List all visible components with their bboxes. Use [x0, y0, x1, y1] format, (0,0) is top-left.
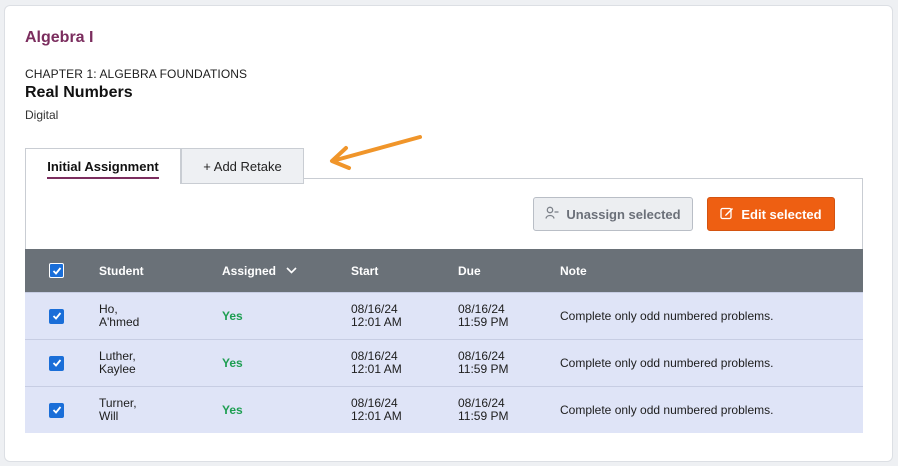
arrow-icon [330, 135, 422, 170]
row-check-cell [49, 293, 64, 339]
row-checkbox[interactable] [49, 355, 64, 371]
edit-selected-label: Edit selected [741, 206, 822, 222]
course-title: Algebra I [25, 29, 94, 46]
row-checkbox[interactable] [49, 402, 64, 418]
tab-retake-label: + Add Retake [203, 158, 282, 174]
row-checkbox[interactable] [49, 308, 64, 324]
header-due: Due [458, 263, 481, 278]
students-table: Student Assigned Start Due Note Ho, A'hme… [25, 249, 863, 433]
edit-icon [720, 206, 734, 223]
note-text: Complete only odd numbered problems. [560, 403, 774, 417]
table-row: Ho, A'hmed Yes 08/16/24 12:01 AM 08/16/24 1… [25, 292, 863, 339]
student-name: Turner, Will [99, 387, 137, 433]
row-check-cell [49, 340, 64, 386]
unassign-selected-button[interactable]: Unassign selected [533, 197, 693, 231]
row-check-cell [49, 387, 64, 433]
edit-selected-button[interactable]: Edit selected [707, 197, 835, 231]
tab-initial-label: Initial Assignment [47, 159, 159, 179]
start-datetime: 08/16/24 12:01 AM [351, 340, 402, 386]
student-name: Luther, Kaylee [99, 340, 136, 386]
due-datetime: 08/16/24 11:59 PM [458, 293, 508, 339]
header-student: Student [99, 263, 144, 278]
table-row: Luther, Kaylee Yes 08/16/24 12:01 AM 08/16… [25, 339, 863, 386]
person-minus-icon [545, 206, 559, 223]
assigned-status: Yes [222, 309, 243, 323]
select-all-cell [49, 249, 64, 292]
student-name: Ho, A'hmed [99, 293, 139, 339]
chevron-down-icon[interactable] [286, 267, 297, 274]
student-first-name: A'hmed [99, 315, 140, 329]
assigned-status: Yes [222, 403, 243, 417]
assigned-status: Yes [222, 356, 243, 370]
due-time: 11:59 PM [458, 315, 509, 329]
lesson-mode: Digital [25, 108, 59, 122]
unassign-selected-label: Unassign selected [566, 206, 681, 222]
note-text: Complete only odd numbered problems. [560, 356, 774, 370]
start-datetime: 08/16/24 12:01 AM [351, 387, 402, 433]
table-header: Student Assigned Start Due Note [25, 249, 863, 292]
due-time: 11:59 PM [458, 409, 509, 423]
student-first-name: Kaylee [99, 362, 136, 376]
student-first-name: Will [99, 409, 119, 423]
lesson-title: Real Numbers [25, 84, 133, 101]
due-time: 11:59 PM [458, 362, 509, 376]
start-time: 12:01 AM [351, 409, 402, 423]
table-row: Turner, Will Yes 08/16/24 12:01 AM 08/16/2… [25, 386, 863, 433]
header-assigned-label: Assigned [222, 263, 277, 278]
start-time: 12:01 AM [351, 362, 402, 376]
start-datetime: 08/16/24 12:01 AM [351, 293, 402, 339]
tab-initial-assignment[interactable]: Initial Assignment [25, 148, 181, 184]
start-time: 12:01 AM [351, 315, 402, 329]
header-start: Start [351, 263, 379, 278]
note-text: Complete only odd numbered problems. [560, 309, 774, 323]
chapter-label: CHAPTER 1: ALGEBRA FOUNDATIONS [25, 67, 248, 81]
tab-add-retake[interactable]: + Add Retake [181, 148, 304, 184]
due-datetime: 08/16/24 11:59 PM [458, 340, 508, 386]
header-note: Note [560, 263, 587, 278]
header-assigned[interactable]: Assigned [222, 249, 297, 292]
select-all-checkbox[interactable] [49, 263, 64, 278]
due-datetime: 08/16/24 11:59 PM [458, 387, 508, 433]
